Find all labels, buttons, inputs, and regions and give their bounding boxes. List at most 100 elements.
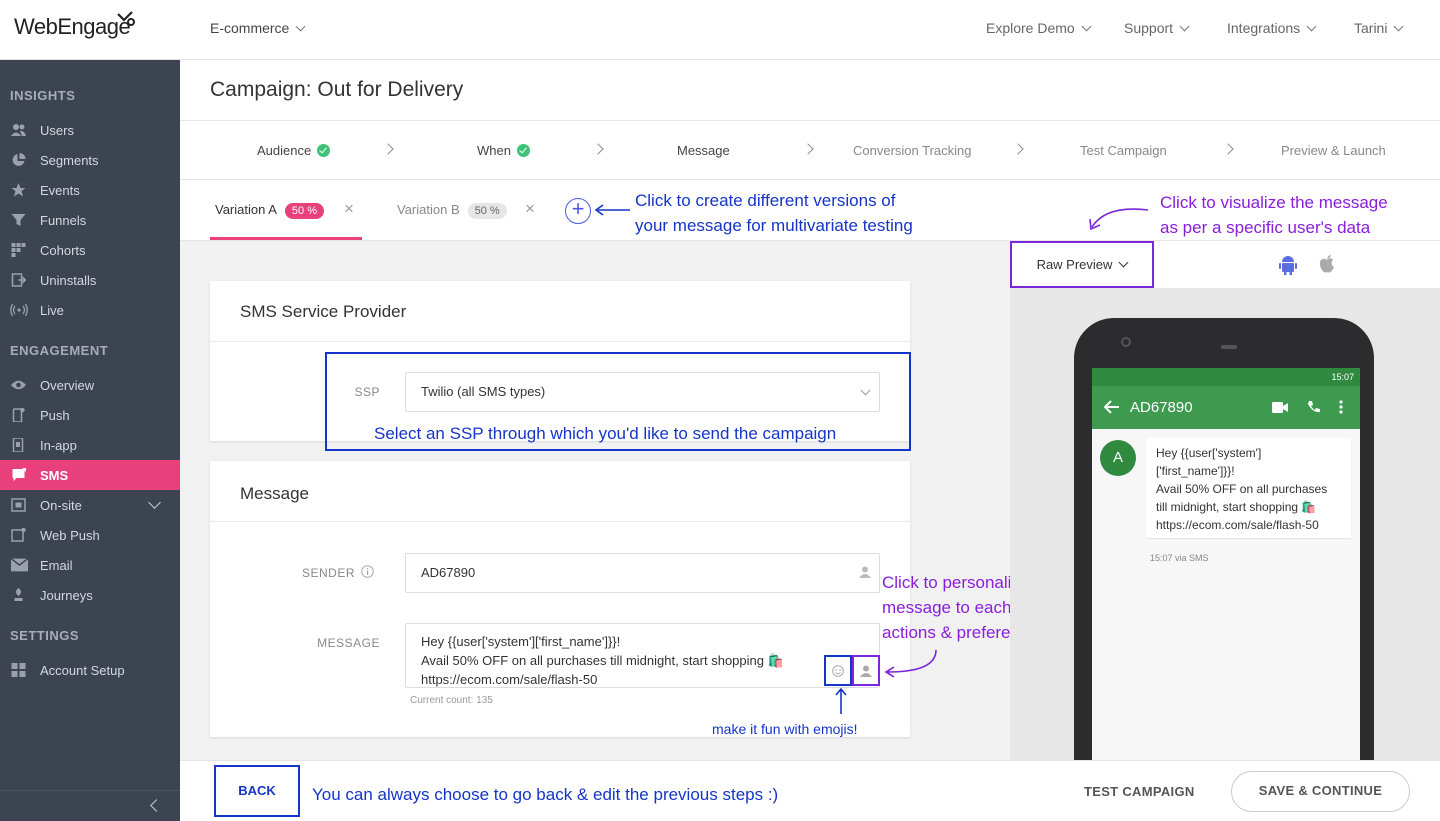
sidebar-item-label: Journeys	[40, 587, 93, 603]
sidebar-item-cohorts[interactable]: Cohorts	[0, 235, 180, 265]
pie-chart-icon	[12, 153, 26, 166]
expand-chevron-icon[interactable]	[148, 496, 161, 509]
chevron-right-icon	[1222, 143, 1234, 155]
sms-line: ['first_name']}}!	[1156, 464, 1235, 478]
project-selector[interactable]: E-commerce	[210, 20, 306, 36]
chevron-down-icon	[1081, 21, 1092, 32]
curved-arrow-icon	[1089, 208, 1149, 231]
sidebar-item-account-setup[interactable]: Account Setup	[0, 655, 180, 685]
sidebar-section-engagement: ENGAGEMENT	[10, 343, 109, 358]
sidebar-item-events[interactable]: Events	[0, 175, 180, 205]
sidebar-item-users[interactable]: Users	[0, 115, 180, 145]
info-icon[interactable]	[361, 565, 374, 578]
sidebar-item-live[interactable]: Live	[0, 295, 180, 325]
sidebar-item-overview[interactable]: Overview	[0, 370, 180, 400]
broadcast-icon	[10, 303, 28, 317]
message-line: Hey {{user['system']['first_name']}}!	[421, 634, 621, 649]
sms-app-bar: AD67890	[1092, 386, 1360, 429]
arrow-left-icon	[594, 204, 630, 216]
step-label: Preview & Launch	[1281, 143, 1386, 158]
divider	[210, 521, 910, 522]
annotation-visualize: Click to visualize the message as per a …	[1160, 193, 1388, 237]
integrations-menu[interactable]: Integrations	[1227, 20, 1317, 36]
sidebar-item-label: Account Setup	[40, 662, 125, 678]
message-card-title: Message	[240, 484, 309, 503]
sidebar-item-label: Users	[40, 122, 74, 138]
step-audience[interactable]: Audience	[257, 143, 331, 158]
ssp-card-title: SMS Service Provider	[240, 302, 407, 321]
person-icon	[860, 665, 872, 677]
variation-label: Variation A	[215, 202, 277, 217]
step-when[interactable]: When	[477, 143, 530, 158]
sidebar-item-uninstalls[interactable]: Uninstalls	[0, 265, 180, 295]
logo-mark-icon	[117, 11, 135, 26]
sidebar-item-segments[interactable]: Segments	[0, 145, 180, 175]
message-card: Message SENDER AD67890 MESSAGE Hey {{use…	[210, 461, 910, 737]
variation-percent-badge: 50 %	[467, 203, 507, 219]
divider	[210, 341, 910, 342]
sidebar-item-in-app[interactable]: In-app	[0, 430, 180, 460]
android-icon[interactable]	[1279, 254, 1297, 275]
sidebar-item-push[interactable]: Push	[0, 400, 180, 430]
sender-label: SENDER	[301, 566, 355, 580]
raw-preview-dropdown[interactable]: Raw Preview	[1010, 241, 1154, 288]
sidebar-item-web-push[interactable]: Web Push	[0, 520, 180, 550]
annotation-ssp: Select an SSP through which you'd like t…	[374, 424, 837, 443]
back-button[interactable]: BACK	[214, 765, 300, 817]
step-test-campaign[interactable]: Test Campaign	[1080, 143, 1167, 158]
step-label: When	[477, 143, 511, 158]
emoji-button[interactable]	[824, 655, 852, 686]
save-continue-button[interactable]: SAVE & CONTINUE	[1231, 771, 1410, 812]
sms-line: https://ecom.com/sale/flash-50	[1156, 518, 1319, 532]
chevron-right-icon	[592, 143, 604, 155]
sidebar-item-journeys[interactable]: Journeys	[0, 580, 180, 610]
step-message[interactable]: Message	[677, 143, 730, 158]
personalize-button[interactable]	[852, 655, 880, 686]
sidebar-item-funnels[interactable]: Funnels	[0, 205, 180, 235]
apple-icon[interactable]	[1319, 254, 1335, 274]
user-menu[interactable]: Tarini	[1354, 20, 1404, 36]
step-conversion-tracking[interactable]: Conversion Tracking	[853, 143, 972, 158]
sender-field[interactable]: AD67890	[405, 553, 880, 593]
chevron-down-icon	[1306, 21, 1317, 32]
back-arrow-icon	[1104, 400, 1119, 414]
funnel-icon	[11, 214, 26, 226]
add-variation-button[interactable]: +	[565, 198, 591, 224]
sidebar-item-label: In-app	[40, 437, 77, 453]
sms-line: till midnight, start shopping 🛍️	[1156, 500, 1317, 514]
sidebar-item-sms[interactable]: SMS	[0, 460, 180, 490]
chevron-right-icon	[382, 143, 394, 155]
explore-demo-label: Explore Demo	[986, 20, 1075, 36]
sidebar-section-settings: SETTINGS	[10, 628, 80, 643]
step-preview-launch[interactable]: Preview & Launch	[1281, 143, 1386, 158]
sidebar-item-on-site[interactable]: On-site	[0, 490, 180, 520]
tab-variation-b[interactable]: Variation B 50 %	[397, 202, 507, 219]
explore-demo-menu[interactable]: Explore Demo	[986, 20, 1092, 36]
variation-label: Variation B	[397, 202, 460, 217]
message-line: Avail 50% OFF on all purchases till midn…	[421, 653, 784, 668]
test-campaign-button[interactable]: TEST CAMPAIGN	[1084, 784, 1195, 799]
tab-variation-a[interactable]: Variation A 50 %	[215, 202, 324, 219]
person-icon[interactable]	[859, 566, 871, 578]
sidebar-item-email[interactable]: Email	[0, 550, 180, 580]
remove-variation-b-icon[interactable]: ×	[525, 199, 535, 219]
uninstall-icon	[11, 273, 26, 287]
step-label: Message	[677, 143, 730, 158]
grid-icon	[11, 663, 26, 677]
remove-variation-a-icon[interactable]: ×	[344, 199, 354, 219]
sidebar-item-label: Uninstalls	[40, 272, 97, 288]
sidebar-item-label: Email	[40, 557, 73, 573]
webengage-logo[interactable]: WebEngage	[14, 14, 131, 40]
check-icon	[516, 144, 530, 158]
variation-percent-badge: 50 %	[284, 203, 324, 219]
step-label: Conversion Tracking	[853, 143, 972, 158]
support-label: Support	[1124, 20, 1174, 36]
sidebar-section-insights: INSIGHTS	[10, 88, 76, 103]
status-time: 15:07	[1331, 372, 1354, 382]
sidebar-item-label: Push	[40, 407, 70, 423]
sidebar-item-label: Web Push	[40, 527, 100, 543]
annotation-emoji: make it fun with emojis!	[712, 721, 858, 737]
message-textarea[interactable]: Hey {{user['system']['first_name']}}! Av…	[405, 623, 880, 688]
video-icon	[1272, 402, 1288, 413]
support-menu[interactable]: Support	[1124, 20, 1190, 36]
